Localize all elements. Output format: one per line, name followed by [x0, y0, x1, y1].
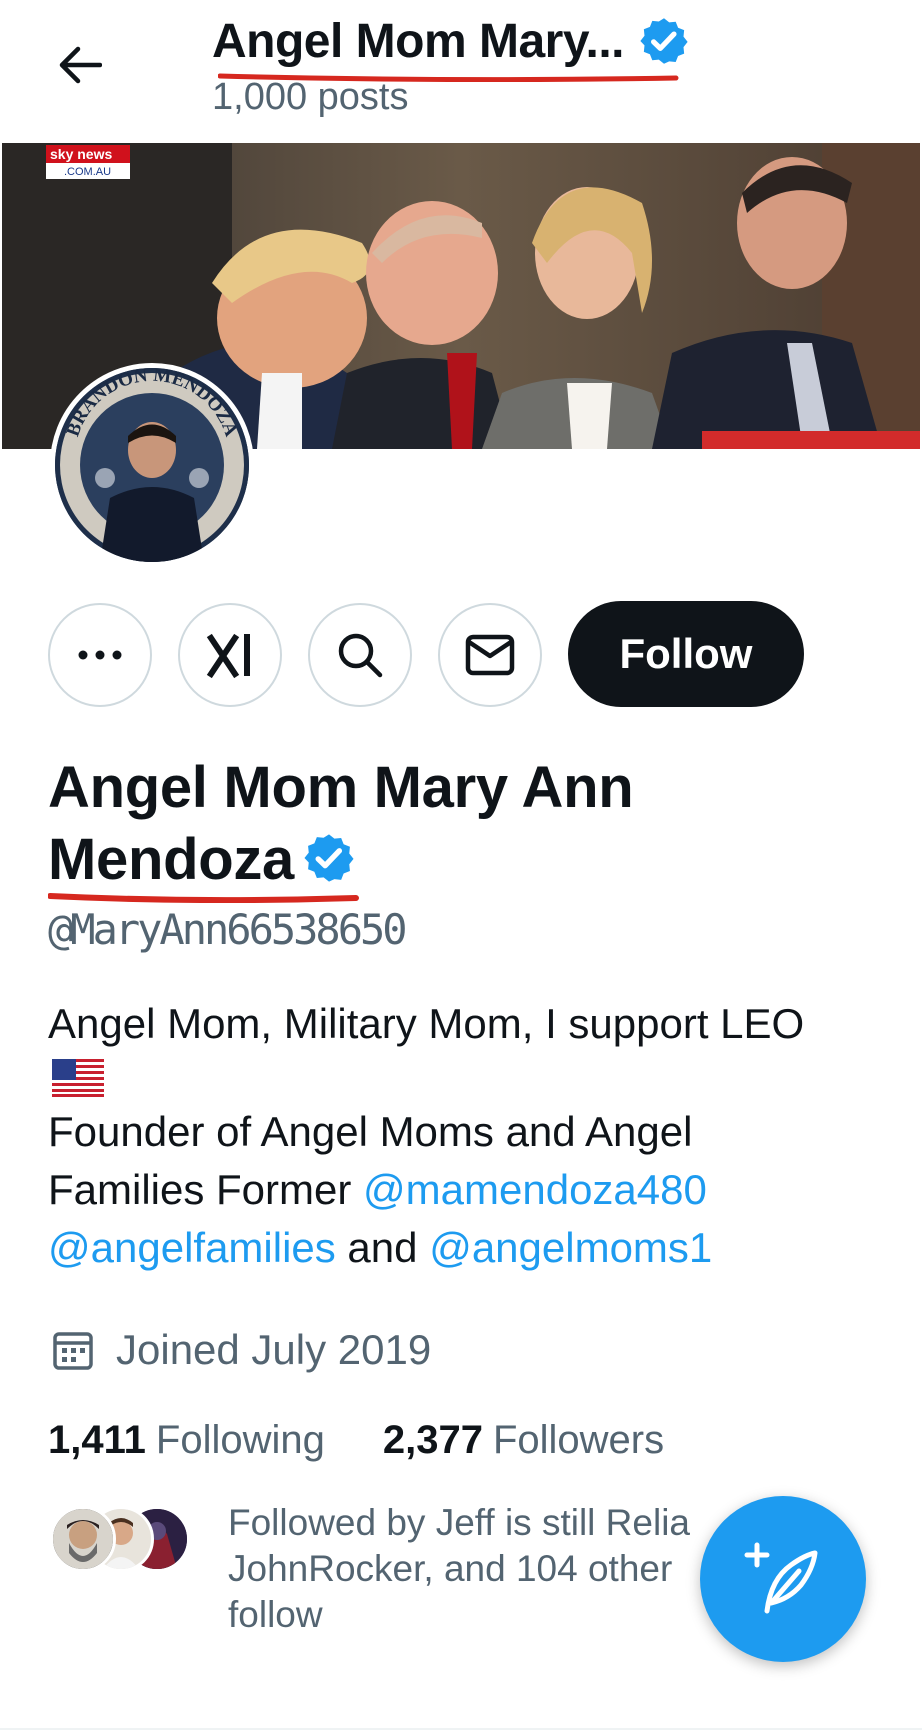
bio-text: Families Former	[48, 1166, 364, 1213]
banner-logo-subtext: .COM.AU	[64, 166, 111, 178]
followed-by-line: Followed by Jeff is still Relia	[228, 1502, 690, 1543]
profile-avatar[interactable]: BRANDON MENDOZA	[50, 363, 254, 567]
profile-bio: Angel Mom, Military Mom, I support LEO F…	[48, 995, 898, 1277]
compose-post-icon	[744, 1542, 818, 1614]
bio-line: Families Former @mamendoza480	[48, 1161, 898, 1219]
bio-line: Angel Mom, Military Mom, I support LEO	[48, 1000, 805, 1047]
divider	[0, 1728, 922, 1730]
grok-icon	[206, 633, 250, 679]
followed-by-line: follow	[228, 1594, 323, 1635]
follow-button[interactable]: Follow	[568, 601, 804, 707]
verified-badge-icon	[304, 834, 354, 882]
more-options-button[interactable]	[48, 603, 152, 707]
back-button[interactable]	[40, 30, 120, 100]
profile-handle: @MaryAnn66538650	[48, 905, 408, 954]
header-title-row: Angel Mom Mary...	[212, 10, 690, 72]
red-underline-annotation	[48, 893, 359, 903]
followed-by-line: JohnRocker, and 104 other	[228, 1548, 673, 1589]
following-link[interactable]: 1,411 Following	[48, 1418, 325, 1463]
followers-label: Followers	[492, 1418, 665, 1462]
search-button[interactable]	[308, 603, 412, 707]
following-label: Following	[155, 1418, 325, 1462]
message-icon	[465, 634, 515, 676]
avatar	[50, 1506, 116, 1572]
following-count: 1,411	[48, 1418, 146, 1462]
bio-line: Founder of Angel Moms and Angel	[48, 1108, 693, 1155]
mention-link[interactable]: @angelfamilies	[48, 1224, 336, 1271]
bio-text: and	[335, 1224, 430, 1271]
search-icon	[338, 633, 383, 678]
banner-logo-text: sky news	[50, 146, 112, 162]
mention-link[interactable]: @mamendoza480	[363, 1166, 707, 1213]
verified-badge-icon	[640, 18, 688, 64]
joined-text: Joined July 2019	[116, 1326, 432, 1373]
followers-count: 2,377	[382, 1418, 483, 1462]
profile-name-block: Angel Mom Mary Ann Mendoza	[48, 752, 808, 896]
compose-post-button[interactable]	[700, 1496, 866, 1662]
more-icon	[78, 650, 122, 660]
message-button[interactable]	[438, 603, 542, 707]
header-title: Angel Mom Mary...	[212, 14, 625, 68]
followed-by-text[interactable]: Followed by Jeff is still Relia JohnRock…	[228, 1500, 748, 1638]
calendar-icon	[53, 1332, 93, 1370]
post-count: 1,000 posts	[212, 76, 409, 118]
mention-link[interactable]: @angelmoms1	[429, 1224, 712, 1271]
joined-date: Joined July 2019	[52, 1326, 431, 1374]
bio-line: @angelfamilies and @angelmoms1	[48, 1219, 898, 1277]
followers-link[interactable]: 2,377 Followers	[383, 1418, 664, 1463]
followed-by-avatars[interactable]	[50, 1506, 200, 1576]
follow-counts: 1,411 Following 2,377 Followers	[48, 1418, 664, 1463]
grok-button[interactable]	[178, 603, 282, 707]
back-arrow-icon	[59, 46, 102, 84]
us-flag-icon	[52, 1059, 104, 1097]
